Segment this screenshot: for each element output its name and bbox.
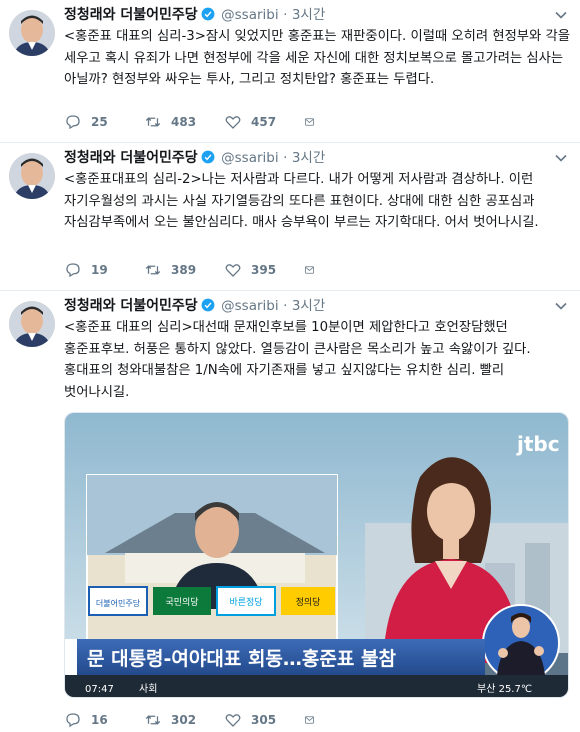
- heart-icon: [225, 116, 241, 129]
- tweet-timestamp[interactable]: 3시간: [292, 150, 325, 166]
- party-label-3: 바른정당: [229, 597, 262, 608]
- news-section: 사회: [139, 683, 157, 695]
- tweet-actions: 25 483 457: [64, 112, 324, 132]
- separator-dot: ·: [283, 150, 288, 166]
- avatar[interactable]: [9, 10, 55, 56]
- reply-button[interactable]: 25: [64, 113, 144, 131]
- reply-button[interactable]: 19: [64, 261, 144, 279]
- retweet-count: 389: [171, 263, 197, 277]
- tweet-actions: 19 389 395: [64, 260, 324, 280]
- envelope-icon: [304, 118, 315, 126]
- news-broadcast-image: 더불어민주당 국민의당 바른정당 정의당 jtbc 문 대통령-여야대표 회동……: [65, 413, 568, 697]
- separator-dot: ·: [283, 7, 288, 23]
- chevron-down-icon[interactable]: [554, 151, 568, 165]
- chevron-down-icon[interactable]: [554, 8, 568, 22]
- party-label-4: 정의당: [296, 597, 321, 608]
- like-count: 395: [251, 263, 277, 277]
- envelope-icon: [304, 266, 315, 274]
- chevron-down-icon[interactable]: [554, 299, 568, 313]
- tweet-3[interactable]: 정청래와 더불어민주당 @ssaribi · 3시간 <홍준표 대표의 심리>대…: [0, 291, 580, 732]
- author-name[interactable]: 정청래와 더불어민주당: [64, 298, 198, 314]
- channel-logo: jtbc: [516, 432, 560, 456]
- avatar[interactable]: [9, 301, 55, 347]
- retweet-button[interactable]: 483: [144, 113, 224, 131]
- verified-badge-icon: [201, 150, 215, 164]
- broadcast-clock: 07:47: [85, 684, 114, 695]
- tweet-text: <홍준표 대표의 심리>대선때 문재인후보를 10분이면 제압한다고 호언장담했…: [64, 320, 531, 400]
- like-count: 305: [251, 713, 277, 727]
- avatar-photo-icon: [9, 153, 55, 199]
- direct-message-button[interactable]: [304, 113, 324, 131]
- author-name[interactable]: 정청래와 더불어민주당: [64, 7, 198, 23]
- avatar-photo-icon: [9, 10, 55, 56]
- tweet-text: <홍준표 대표의 심리-3>잠시 잊었지만 홍준표는 재판중이다. 이럴때 오히…: [64, 29, 570, 87]
- tweet-1[interactable]: 정청래와 더불어민주당 @ssaribi · 3시간 <홍준표 대표의 심리-3…: [0, 0, 580, 143]
- verified-badge-icon: [201, 298, 215, 312]
- party-label-1: 더불어민주당: [96, 598, 141, 608]
- news-headline: 문 대통령-여야대표 회동…홍준표 불참: [87, 647, 396, 670]
- separator-dot: ·: [283, 298, 288, 314]
- like-button[interactable]: 457: [224, 113, 304, 131]
- reply-count: 19: [91, 263, 108, 277]
- retweet-icon: [145, 117, 161, 127]
- envelope-icon: [304, 716, 315, 724]
- retweet-button[interactable]: 389: [144, 261, 224, 279]
- reply-icon: [66, 115, 80, 130]
- retweet-icon: [145, 715, 161, 725]
- retweet-count: 483: [171, 115, 197, 129]
- tweet-media-image[interactable]: 더불어민주당 국민의당 바른정당 정의당 jtbc 문 대통령-여야대표 회동……: [64, 412, 569, 698]
- like-button[interactable]: 305: [224, 711, 304, 729]
- retweet-icon: [145, 265, 161, 275]
- author-handle[interactable]: @ssaribi: [221, 150, 278, 166]
- party-label-2: 국민의당: [165, 597, 198, 608]
- like-button[interactable]: 395: [224, 261, 304, 279]
- heart-icon: [225, 714, 241, 727]
- tweet-actions: 16 302 305: [64, 710, 324, 730]
- author-handle[interactable]: @ssaribi: [221, 7, 278, 23]
- retweet-button[interactable]: 302: [144, 711, 224, 729]
- like-count: 457: [251, 115, 277, 129]
- avatar[interactable]: [9, 153, 55, 199]
- reply-icon: [66, 263, 80, 278]
- reply-button[interactable]: 16: [64, 711, 144, 729]
- tweet-text: <홍준표대표의 심리-2>나는 저사람과 다르다. 내가 어떻게 저사람과 겸상…: [64, 172, 539, 230]
- weather-readout: 부산 25.7℃: [477, 683, 532, 695]
- retweet-count: 302: [171, 713, 197, 727]
- heart-icon: [225, 264, 241, 277]
- direct-message-button[interactable]: [304, 711, 324, 729]
- tweet-timestamp[interactable]: 3시간: [292, 298, 325, 314]
- avatar-photo-icon: [9, 301, 55, 347]
- tweet-timestamp[interactable]: 3시간: [292, 7, 325, 23]
- verified-badge-icon: [201, 7, 215, 21]
- tweet-2[interactable]: 정청래와 더불어민주당 @ssaribi · 3시간 <홍준표대표의 심리-2>…: [0, 143, 580, 291]
- author-name[interactable]: 정청래와 더불어민주당: [64, 150, 198, 166]
- reply-count: 16: [91, 713, 108, 727]
- reply-count: 25: [91, 115, 108, 129]
- author-handle[interactable]: @ssaribi: [221, 298, 278, 314]
- direct-message-button[interactable]: [304, 261, 324, 279]
- reply-icon: [66, 713, 80, 728]
